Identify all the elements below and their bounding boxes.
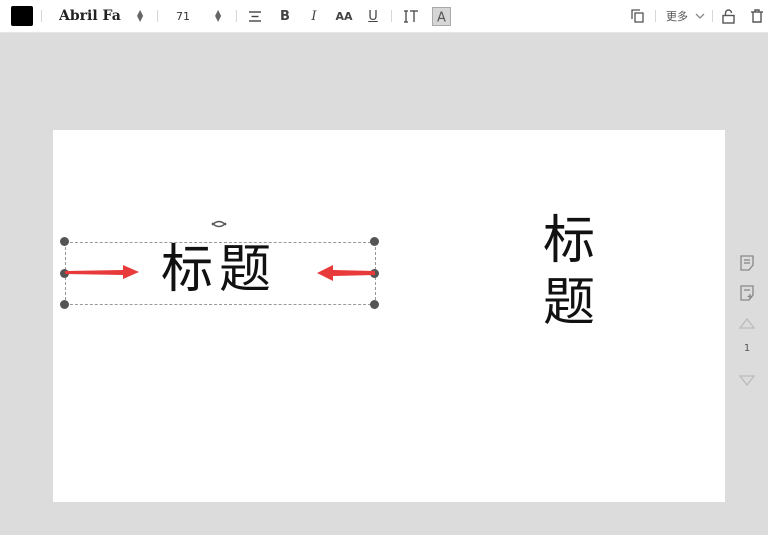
annotation-arrows bbox=[65, 265, 375, 281]
text-background-icon[interactable]: A bbox=[431, 0, 451, 32]
arrow-left-icon bbox=[317, 265, 375, 281]
chevron-down-icon[interactable] bbox=[695, 0, 705, 32]
svg-text:A: A bbox=[437, 10, 446, 25]
toolbar-divider bbox=[236, 10, 237, 22]
copy-icon[interactable] bbox=[630, 0, 644, 32]
font-family-select[interactable]: Abril Fa bbox=[59, 0, 123, 32]
page-down-icon[interactable] bbox=[736, 370, 758, 390]
add-page-icon[interactable] bbox=[736, 283, 758, 303]
page-up-icon[interactable] bbox=[736, 313, 758, 333]
line-height-icon[interactable] bbox=[403, 0, 419, 32]
font-size-stepper-icon[interactable]: ▲ ▼ bbox=[215, 0, 221, 32]
font-family-stepper-icon[interactable]: ▲ ▼ bbox=[137, 0, 143, 32]
bold-button[interactable]: B bbox=[279, 0, 291, 32]
italic-button[interactable]: I bbox=[309, 0, 319, 32]
toolbar-divider bbox=[41, 10, 42, 22]
toolbar-divider bbox=[712, 10, 713, 22]
page-icon[interactable] bbox=[736, 253, 758, 273]
uppercase-button[interactable]: AA bbox=[334, 0, 354, 32]
toolbar-divider bbox=[391, 10, 392, 22]
vertical-text-char: 标 bbox=[542, 211, 595, 271]
trash-icon[interactable] bbox=[751, 0, 763, 32]
lock-icon[interactable] bbox=[722, 0, 735, 32]
slide-canvas[interactable]: 标题 标 题 bbox=[53, 130, 725, 502]
arrow-right-icon bbox=[65, 265, 139, 279]
align-center-icon[interactable] bbox=[248, 0, 262, 32]
toolbar-divider bbox=[157, 10, 158, 22]
text-color-swatch[interactable] bbox=[11, 6, 33, 26]
vertical-text-box[interactable]: 标 题 bbox=[539, 210, 599, 334]
underline-button[interactable]: U bbox=[367, 0, 379, 32]
more-menu-button[interactable]: 更多 bbox=[666, 0, 688, 32]
text-toolbar: Abril Fa ▲ ▼ 71 ▲ ▼ B I AA U A 更多 bbox=[0, 0, 768, 33]
toolbar-divider bbox=[655, 10, 656, 22]
vertical-text-char: 题 bbox=[542, 273, 595, 333]
font-size-field[interactable]: 71 bbox=[176, 0, 190, 32]
page-number: 1 bbox=[743, 343, 751, 354]
